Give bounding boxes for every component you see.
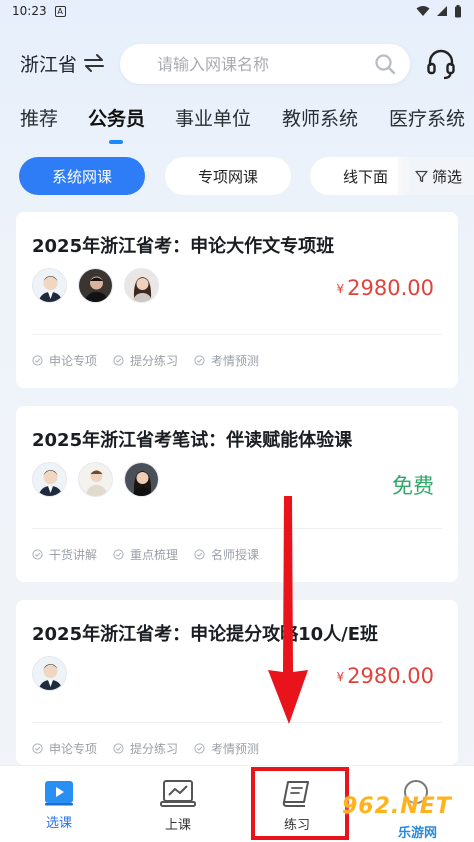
filter-button[interactable]: 筛选 [398, 157, 474, 195]
watermark-main-text: 962.NET [342, 794, 452, 819]
province-selector[interactable]: 浙江省 [20, 50, 77, 77]
course-tags: 干货讲解 重点梳理 名师授课 [32, 546, 259, 563]
course-tag: 考情预测 [194, 352, 259, 369]
search-bar[interactable] [120, 44, 410, 84]
teacher-avatar [32, 462, 67, 497]
course-type-chips: 系统网课 专项网课 线下面 筛选 [0, 157, 474, 195]
course-tags: 申论专项 提分练习 考情预测 [32, 740, 259, 757]
teacher-avatar [32, 268, 67, 303]
headset-icon[interactable] [426, 48, 456, 80]
course-card[interactable]: 2025年浙江省考：申论提分攻略10人/E班 ¥2980.00 申论专项 提分练… [16, 600, 458, 765]
check-circle-icon [194, 743, 205, 754]
nav-label: 上课 [164, 818, 191, 833]
search-icon[interactable] [374, 53, 396, 75]
currency-symbol: ¥ [336, 282, 345, 296]
teacher-avatar [78, 462, 113, 497]
course-tags: 申论专项 提分练习 考情预测 [32, 352, 259, 369]
notification-icon: A [54, 5, 66, 17]
course-price: ¥2980.00 [337, 664, 434, 688]
chip-special-course[interactable]: 专项网课 [165, 157, 291, 195]
site-watermark: 962.NET 乐游网 [338, 788, 474, 842]
card-divider [32, 334, 442, 335]
teacher-avatar [124, 268, 159, 303]
active-tab-indicator [109, 140, 123, 144]
course-title: 2025年浙江省考：申论提分攻略10人/E班 [32, 624, 379, 645]
watermark-sub-text: 乐游网 [398, 826, 438, 841]
status-bar: 10:23 A [0, 0, 474, 22]
check-circle-icon [194, 355, 205, 366]
filter-icon [415, 170, 428, 182]
check-circle-icon [32, 743, 43, 754]
teacher-avatar [124, 462, 159, 497]
course-card[interactable]: 2025年浙江省考笔试：伴读赋能体验课 免费 干货讲解 重点梳理 名师授课 [16, 406, 458, 582]
wifi-icon [416, 6, 430, 16]
status-time: 10:23 [12, 4, 47, 18]
check-circle-icon [113, 549, 124, 560]
highlight-box-annotation [251, 767, 349, 840]
check-circle-icon [194, 549, 205, 560]
price-value: 2980.00 [347, 276, 434, 300]
tab-recommend[interactable]: 推荐 [20, 104, 58, 131]
laptop-chart-icon [160, 780, 196, 807]
check-circle-icon [113, 355, 124, 366]
nav-label: 选课 [45, 816, 72, 831]
currency-symbol: ¥ [336, 670, 345, 684]
course-tag: 考情预测 [194, 740, 259, 757]
check-circle-icon [32, 549, 43, 560]
course-price-free: 免费 [392, 474, 434, 498]
teacher-avatars [32, 656, 67, 692]
course-tag: 申论专项 [32, 740, 97, 757]
course-tag: 干货讲解 [32, 546, 97, 563]
tab-teacher-system[interactable]: 教师系统 [282, 104, 358, 131]
card-divider [32, 528, 442, 529]
header: 浙江省 [0, 40, 474, 88]
course-tag: 提分练习 [113, 352, 178, 369]
nav-attend-class[interactable]: 上课 [138, 766, 218, 842]
tab-public-institution[interactable]: 事业单位 [175, 104, 251, 131]
filter-label: 筛选 [431, 167, 462, 186]
category-tabs: 推荐 公务员 事业单位 教师系统 医疗系统 [0, 104, 474, 144]
tab-medical-system[interactable]: 医疗系统 [389, 104, 465, 131]
price-value: 2980.00 [347, 664, 434, 688]
teacher-avatar [32, 656, 67, 691]
check-circle-icon [32, 355, 43, 366]
tab-civil-servant[interactable]: 公务员 [88, 104, 145, 131]
teacher-avatars [32, 462, 159, 498]
course-card[interactable]: 2025年浙江省考：申论大作文专项班 ¥2980.00 申论专项 提分练习 考情… [16, 212, 458, 388]
play-video-icon [45, 781, 73, 806]
signal-icon [437, 6, 447, 16]
course-price: ¥2980.00 [337, 276, 434, 300]
course-tag: 提分练习 [113, 740, 178, 757]
chip-system-course[interactable]: 系统网课 [19, 157, 145, 195]
search-input[interactable] [157, 54, 357, 74]
red-arrow-annotation [268, 496, 308, 724]
check-circle-icon [113, 743, 124, 754]
status-icons [416, 4, 462, 18]
course-title: 2025年浙江省考笔试：伴读赋能体验课 [32, 430, 353, 451]
course-tag: 名师授课 [194, 546, 259, 563]
course-title: 2025年浙江省考：申论大作文专项班 [32, 236, 335, 257]
swap-icon[interactable] [82, 52, 106, 74]
card-divider [32, 722, 442, 723]
battery-icon [455, 4, 461, 17]
course-tag: 申论专项 [32, 352, 97, 369]
nav-choose-course[interactable]: 选课 [19, 766, 99, 842]
teacher-avatars [32, 268, 159, 304]
teacher-avatar [78, 268, 113, 303]
course-tag: 重点梳理 [113, 546, 178, 563]
